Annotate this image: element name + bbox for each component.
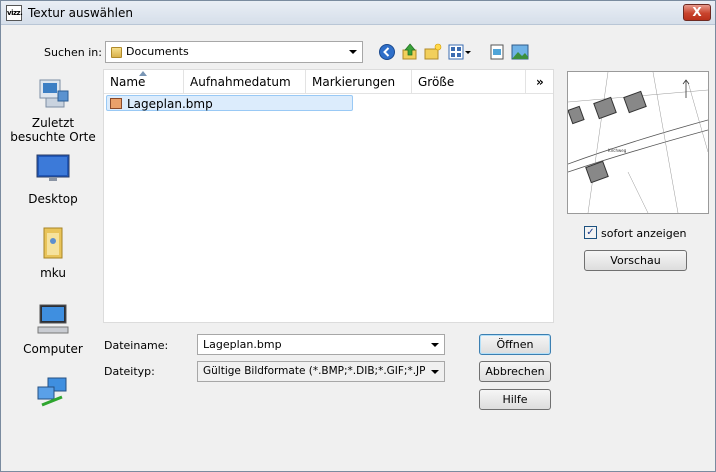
place-label: Zuletzt besuchte Orte — [10, 116, 96, 144]
user-folder-icon — [43, 227, 63, 259]
filename-value: Lageplan.bmp — [203, 338, 282, 351]
list-item[interactable]: Lageplan.bmp — [106, 95, 353, 111]
column-tags[interactable]: Markierungen — [306, 70, 412, 94]
more-columns-button[interactable]: » — [530, 70, 552, 94]
chevron-down-icon[interactable] — [431, 343, 439, 347]
folder-icon — [111, 47, 122, 58]
window-title: Textur auswählen — [28, 6, 133, 20]
filetype-select[interactable]: Gültige Bildformate (*.BMP;*.DIB;*.GIF;*… — [197, 361, 445, 382]
filetype-label: Dateityp: — [104, 365, 155, 378]
desktop-icon[interactable] — [488, 43, 506, 61]
open-button[interactable]: Öffnen — [479, 334, 551, 355]
place-desktop[interactable]: Desktop — [9, 153, 97, 206]
computer-icon — [37, 304, 69, 334]
instant-preview-label: sofort anzeigen — [601, 227, 687, 240]
filename-field[interactable]: Lageplan.bmp — [197, 334, 445, 355]
column-size[interactable]: Größe — [412, 70, 526, 94]
lookin-combo[interactable]: Documents — [105, 41, 363, 63]
place-recent[interactable]: Zuletzt besuchte Orte — [9, 77, 97, 144]
file-list[interactable]: Name Aufnahmedatum Markierungen Größe » … — [103, 69, 554, 323]
bitmap-file-icon — [110, 98, 122, 109]
app-icon: vizz. — [6, 5, 23, 21]
place-network[interactable] — [9, 377, 97, 409]
chevron-down-icon[interactable] — [349, 50, 357, 54]
column-name[interactable]: Name — [104, 70, 184, 94]
place-computer[interactable]: Computer — [9, 303, 97, 356]
chevron-down-icon[interactable] — [431, 370, 439, 374]
sort-up-icon — [139, 71, 147, 76]
preview-button[interactable]: Vorschau — [584, 250, 687, 271]
place-label: mku — [40, 266, 66, 280]
street-label: Kirchweg — [608, 148, 627, 153]
back-icon[interactable] — [378, 43, 396, 61]
cancel-button[interactable]: Abbrechen — [479, 361, 551, 382]
place-user[interactable]: mku — [9, 227, 97, 280]
help-button[interactable]: Hilfe — [479, 389, 551, 410]
lookin-label: Suchen in: — [44, 46, 102, 59]
new-folder-icon[interactable] — [424, 43, 442, 61]
file-name: Lageplan.bmp — [127, 97, 213, 111]
desktop-icon — [36, 154, 70, 181]
filetype-value: Gültige Bildformate (*.BMP;*.DIB;*.GIF;*… — [203, 365, 425, 377]
places-bar: Zuletzt besuchte Orte Desktop mku Comput… — [9, 69, 97, 409]
network-icon — [37, 377, 67, 407]
lookin-value: Documents — [126, 45, 189, 58]
title-bar: vizz. Textur auswählen X — [1, 1, 715, 25]
column-date[interactable]: Aufnahmedatum — [184, 70, 306, 94]
file-dialog: vizz. Textur auswählen X Suchen in: Docu… — [0, 0, 716, 472]
up-folder-icon[interactable] — [401, 43, 419, 61]
place-label: Desktop — [28, 192, 78, 206]
preview-image: Kirchweg — [567, 71, 709, 214]
recent-places-icon — [39, 79, 69, 108]
close-button[interactable]: X — [683, 4, 711, 21]
filename-label: Dateiname: — [104, 339, 169, 352]
view-menu-icon[interactable] — [448, 43, 472, 61]
column-header: Name Aufnahmedatum Markierungen Größe » — [104, 70, 553, 94]
site-plan-thumbnail: Kirchweg — [567, 71, 709, 214]
place-label: Computer — [23, 342, 83, 356]
image-icon[interactable] — [511, 43, 529, 61]
instant-preview-checkbox[interactable]: ✓ — [584, 226, 597, 239]
